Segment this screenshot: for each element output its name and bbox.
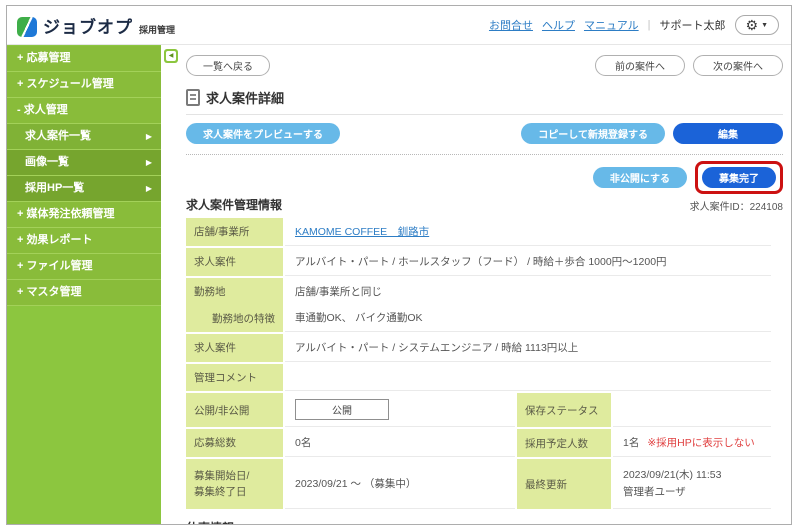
submenu-arrow-icon: ▶: [145, 132, 152, 141]
jobop-logo-icon: [17, 16, 37, 37]
updated-label: 最終更新: [517, 459, 611, 509]
sidebar-item-master[interactable]: + マスタ管理: [7, 280, 161, 306]
comment-label: 管理コメント: [186, 364, 283, 391]
preview-job-button[interactable]: 求人案件をプレビューする: [186, 123, 340, 144]
app-window: ジョブオプ 採用管理 お問合せ ヘルプ マニュアル | サポート太郎 ⚙ ▼ +…: [6, 5, 792, 525]
sidebar-item-label: 画像一覧: [25, 156, 69, 168]
applications-value: 0名: [285, 429, 515, 457]
links-divider: |: [647, 19, 651, 31]
hires-value: 1名: [623, 437, 640, 449]
main-content: 一覧へ戻る 前の案件へ 次の案件へ 求人案件詳細 求人案件をプレビューする コピ…: [161, 45, 791, 524]
table-row-publish: 公開/非公開 公開 保存ステータス: [186, 393, 771, 427]
management-info-table: 店舗/事業所 KAMOME COFFEE 釧路市 求人案件 アルバイト・パート …: [186, 218, 771, 509]
workplace-value: 店舗/事業所と同じ: [295, 286, 382, 298]
logo-text: ジョブオプ: [43, 17, 133, 37]
save-status-value: [613, 393, 771, 427]
title-divider: [186, 114, 783, 115]
sidebar-item-label: 求人案件一覧: [25, 130, 91, 142]
caret-down-icon: ▼: [761, 21, 768, 29]
table-row-comment: 管理コメント: [186, 364, 771, 391]
sidebar-item-reports[interactable]: + 効果レポート: [7, 228, 161, 254]
publish-label: 公開/非公開: [186, 393, 283, 427]
updated-value-cell: 2023/09/21(木) 11:53 管理者ユーザ: [613, 459, 771, 509]
workplace-feature-value: 車通勤OK、 バイク通勤OK: [295, 312, 423, 324]
app-header: ジョブオプ 採用管理 お問合せ ヘルプ マニュアル | サポート太郎 ⚙ ▼: [7, 6, 791, 45]
updated-user: 管理者ユーザ: [623, 485, 686, 498]
sidebar-item-image-list[interactable]: 画像一覧 ▶: [7, 150, 161, 176]
highlight-annotation-box: 募集完了: [695, 161, 783, 194]
job1-value: アルバイト・パート / ホールスタッフ（フード） / 時給＋歩合 1000円～1…: [285, 248, 771, 276]
job2-label: 求人案件: [186, 334, 283, 362]
table-row-applications: 応募総数 0名 採用予定人数 1名 ※採用HPに表示しない: [186, 429, 771, 457]
submenu-arrow-icon: ▶: [145, 184, 152, 193]
sidebar-item-media-orders[interactable]: + 媒体発注依頼管理: [7, 202, 161, 228]
unpublish-button[interactable]: 非公開にする: [592, 167, 687, 188]
hires-note: ※採用HPに表示しない: [647, 437, 755, 449]
table-row-job2: 求人案件 アルバイト・パート / システムエンジニア / 時給 1113円以上: [186, 334, 771, 362]
workplace-value-cell: 店舗/事業所と同じ 車通勤OK、 バイク通勤OK: [285, 278, 771, 332]
store-value-cell: KAMOME COFFEE 釧路市: [285, 218, 771, 246]
job-id-label: 求人案件ID：224108: [689, 202, 783, 213]
table-row-store: 店舗/事業所 KAMOME COFFEE 釧路市: [186, 218, 771, 246]
sidebar-nav: + 応募管理 + スケジュール管理 - 求人管理 求人案件一覧 ▶ 画像一覧 ▶…: [7, 45, 161, 524]
period-label-line1: 募集開始日/: [194, 469, 250, 482]
table-row-workplace: 勤務地 勤務地の特徴 店舗/事業所と同じ 車通勤OK、 バイク通勤OK: [186, 278, 771, 332]
workplace-label: 勤務地: [194, 286, 226, 298]
table-row-job1: 求人案件 アルバイト・パート / ホールスタッフ（フード） / 時給＋歩合 10…: [186, 248, 771, 276]
gear-icon: ⚙: [745, 17, 759, 33]
table-row-period: 募集開始日/ 募集終了日 2023/09/21 ～ （募集中） 最終更新 202…: [186, 459, 771, 509]
applications-label: 応募総数: [186, 429, 283, 457]
submenu-arrow-icon: ▶: [145, 158, 152, 167]
copy-register-button[interactable]: コピーして新規登録する: [521, 123, 665, 144]
sidebar-item-schedule[interactable]: + スケジュール管理: [7, 72, 161, 98]
section-title-job-info: 仕事情報: [186, 521, 234, 524]
publish-value-cell: 公開: [285, 393, 515, 427]
header-links: お問合せ ヘルプ マニュアル | サポート太郎 ⚙ ▼: [489, 15, 779, 35]
edit-button[interactable]: 編集: [673, 123, 783, 144]
sidebar-item-job-list[interactable]: 求人案件一覧 ▶: [7, 124, 161, 150]
recruiting-complete-button[interactable]: 募集完了: [702, 167, 776, 188]
period-label-line2: 募集終了日: [194, 486, 247, 498]
dotted-divider: [186, 154, 783, 155]
sidebar-item-recruit-hp-list[interactable]: 採用HP一覧 ▶: [7, 176, 161, 202]
job1-label: 求人案件: [186, 248, 283, 276]
comment-value: [285, 364, 771, 391]
sidebar-item-label: 採用HP一覧: [25, 182, 85, 194]
help-link[interactable]: ヘルプ: [542, 17, 575, 33]
period-value: 2023/09/21 ～ （募集中）: [285, 459, 515, 509]
workplace-feature-label: 勤務地の特徴: [212, 313, 275, 325]
page-title: 求人案件詳細: [206, 91, 285, 106]
prev-item-button[interactable]: 前の案件へ: [595, 55, 685, 76]
document-icon: [186, 89, 200, 106]
publish-status-box: 公開: [295, 399, 389, 420]
contact-link[interactable]: お問合せ: [489, 17, 533, 33]
sidebar-item-applications[interactable]: + 応募管理: [7, 46, 161, 72]
store-label: 店舗/事業所: [186, 218, 283, 246]
section-title-management-info: 求人案件管理情報: [186, 198, 283, 212]
manual-link[interactable]: マニュアル: [584, 17, 639, 33]
save-status-label: 保存ステータス: [517, 393, 611, 427]
store-link[interactable]: KAMOME COFFEE 釧路市: [295, 224, 429, 239]
logo-subtext: 採用管理: [139, 24, 176, 35]
back-to-list-button[interactable]: 一覧へ戻る: [186, 55, 270, 76]
updated-datetime: 2023/09/21(木) 11:53: [623, 469, 722, 482]
job2-value: アルバイト・パート / システムエンジニア / 時給 1113円以上: [285, 334, 771, 362]
job-info-section: 仕事情報: [186, 519, 783, 524]
sidebar-item-jobs[interactable]: - 求人管理: [7, 98, 161, 124]
user-name: サポート太郎: [659, 20, 726, 32]
hires-value-cell: 1名 ※採用HPに表示しない: [613, 429, 771, 457]
hires-label: 採用予定人数: [517, 429, 611, 457]
period-label-cell: 募集開始日/ 募集終了日: [186, 459, 283, 509]
next-item-button[interactable]: 次の案件へ: [693, 55, 783, 76]
app-logo: ジョブオプ 採用管理: [17, 13, 175, 38]
sidebar-item-files[interactable]: + ファイル管理: [7, 254, 161, 280]
workplace-label-cell: 勤務地 勤務地の特徴: [186, 278, 283, 332]
settings-menu-button[interactable]: ⚙ ▼: [734, 15, 779, 35]
